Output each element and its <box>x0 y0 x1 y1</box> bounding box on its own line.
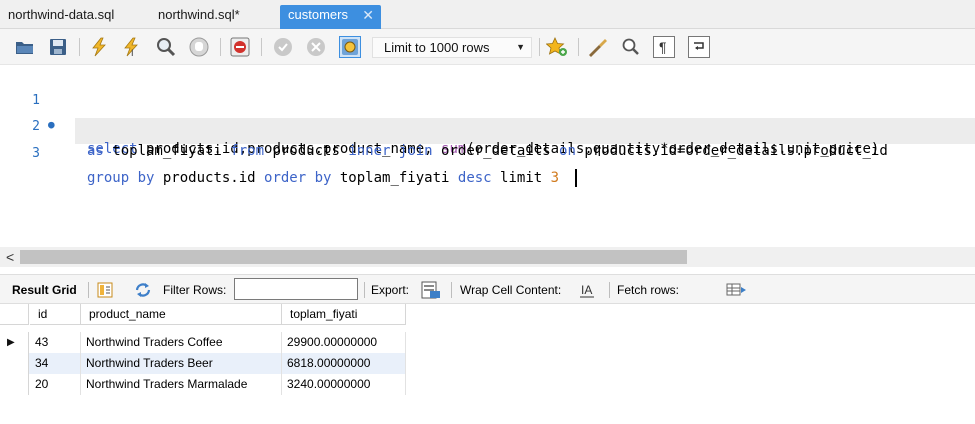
column-header-product-name[interactable]: product_name <box>81 304 282 325</box>
invisible-chars-icon[interactable]: ¶ <box>653 36 675 58</box>
cell-id[interactable]: 43 <box>30 332 81 353</box>
filter-rows-input[interactable] <box>234 278 358 300</box>
cell-toplam-fiyati[interactable]: 6818.00000000 <box>282 353 406 374</box>
limit-rows-value: Limit to 1000 rows <box>384 40 490 55</box>
code-line: 1 ● select products.id,products.product_… <box>0 65 975 157</box>
column-header-id[interactable]: id <box>30 304 81 325</box>
result-grid-tab[interactable]: Result Grid <box>12 275 77 305</box>
text-caret <box>575 169 578 187</box>
workbench-window: northwind-data.sql northwind.sql* custom… <box>0 0 975 424</box>
open-folder-icon[interactable] <box>14 36 36 58</box>
stop-icon[interactable] <box>188 36 210 58</box>
toolbar-separator <box>578 38 579 56</box>
limit-rows-select[interactable]: Limit to 1000 rows ▼ <box>372 37 532 58</box>
row-selector[interactable]: ▶ <box>0 332 29 353</box>
export-icon[interactable] <box>421 281 441 299</box>
cell-toplam-fiyati[interactable]: 3240.00000000 <box>282 374 406 395</box>
cell-id[interactable]: 20 <box>30 374 81 395</box>
result-toolbar: Result Grid Filter Rows: Export: Wrap Ce… <box>0 274 975 304</box>
explain-icon[interactable] <box>155 36 177 58</box>
grid-header-row: id product_name toplam_fiyati <box>0 304 406 325</box>
cell-product-name[interactable]: Northwind Traders Coffee <box>81 332 282 353</box>
tab-northwind-sql[interactable]: northwind.sql* <box>150 5 274 29</box>
tab-label: customers <box>288 7 348 22</box>
table-row[interactable]: 20 Northwind Traders Marmalade 3240.0000… <box>0 374 406 395</box>
current-row-icon: ▶ <box>7 337 15 348</box>
toolbar-separator <box>220 38 221 56</box>
code-text: group by products.id order by toplam_fiy… <box>87 166 578 190</box>
wrap-cell-label: Wrap Cell Content: <box>460 283 562 297</box>
svg-text:¶: ¶ <box>659 39 667 55</box>
add-snippet-icon[interactable] <box>546 36 568 58</box>
export-label: Export: <box>371 283 410 297</box>
refresh-icon[interactable] <box>133 281 153 299</box>
tab-northwind-data[interactable]: northwind-data.sql <box>0 5 142 29</box>
editor-tab-bar: northwind-data.sql northwind.sql* custom… <box>0 0 975 29</box>
toolbar-separator <box>88 282 89 298</box>
execute-current-icon[interactable]: I <box>121 36 143 58</box>
cell-id[interactable]: 34 <box>30 353 81 374</box>
wrap-lines-icon[interactable] <box>688 36 710 58</box>
row-selector[interactable] <box>0 353 29 374</box>
find-icon[interactable] <box>620 36 642 58</box>
fetch-rows-label: Fetch rows: <box>617 283 680 297</box>
close-tab-icon[interactable]: ✕ <box>362 5 374 25</box>
wrap-cell-icon[interactable]: IA <box>577 281 597 299</box>
sql-editor-toolbar: I Limit to 1000 rows ▼ ¶ <box>0 29 975 65</box>
scrollbar-thumb[interactable] <box>20 250 687 264</box>
svg-text:I: I <box>131 48 134 57</box>
grid-corner[interactable] <box>0 304 29 325</box>
cell-toplam-fiyati[interactable]: 29900.00000000 <box>282 332 406 353</box>
save-icon[interactable] <box>47 36 69 58</box>
code-line: 3 group by products.id order by toplam_f… <box>0 118 975 187</box>
toolbar-separator <box>261 38 262 56</box>
scroll-left-icon[interactable]: < <box>6 247 14 267</box>
form-view-icon[interactable] <box>95 281 115 299</box>
toolbar-separator <box>79 38 80 56</box>
beautify-icon[interactable] <box>587 36 609 58</box>
row-selector[interactable] <box>0 374 29 395</box>
toggle-error-icon[interactable] <box>229 36 251 58</box>
filter-rows-label: Filter Rows: <box>163 283 227 297</box>
sql-editor[interactable]: 1 ● select products.id,products.product_… <box>0 65 975 247</box>
cell-product-name[interactable]: Northwind Traders Beer <box>81 353 282 374</box>
fetch-rows-icon[interactable] <box>726 281 746 299</box>
svg-text:IA: IA <box>581 283 592 297</box>
cell-product-name[interactable]: Northwind Traders Marmalade <box>81 374 282 395</box>
toolbar-separator <box>609 282 610 298</box>
execute-icon[interactable] <box>88 36 110 58</box>
autocommit-icon[interactable] <box>339 36 361 58</box>
table-row[interactable]: ▶ 43 Northwind Traders Coffee 29900.0000… <box>0 332 406 353</box>
code-line: 2 as toplam_fiyati from products inner j… <box>0 91 975 159</box>
table-row[interactable]: 34 Northwind Traders Beer 6818.00000000 <box>0 353 406 374</box>
toolbar-separator <box>364 282 365 298</box>
line-number: 3 <box>32 146 40 161</box>
column-header-toplam-fiyati[interactable]: toplam_fiyati <box>282 304 406 325</box>
tab-customers[interactable]: customers ✕ <box>280 5 381 29</box>
toolbar-separator <box>451 282 452 298</box>
editor-horizontal-scrollbar[interactable]: < <box>0 247 975 267</box>
commit-icon[interactable] <box>272 36 294 58</box>
toolbar-separator <box>539 38 540 56</box>
rollback-icon[interactable] <box>305 36 327 58</box>
chevron-down-icon: ▼ <box>516 42 525 52</box>
